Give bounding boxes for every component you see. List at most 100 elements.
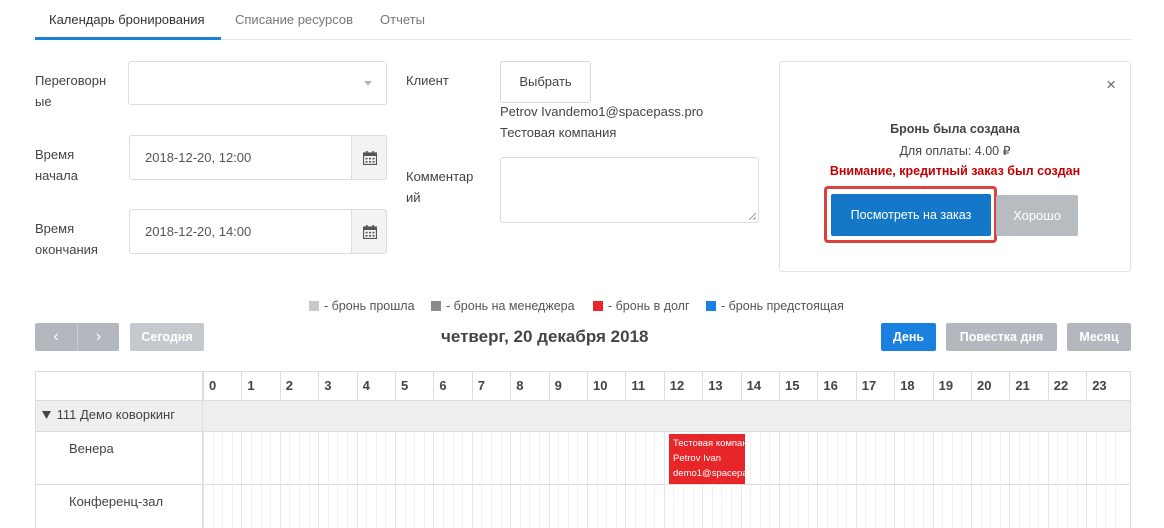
view-agenda-button[interactable]: Повестка дня — [946, 323, 1057, 351]
quarter-gridline — [558, 432, 560, 528]
tab-bar: Календарь бронирования Списание ресурсов… — [35, 0, 1131, 40]
prev-day-button[interactable]: ‹ — [35, 323, 77, 351]
quarter-gridline — [596, 432, 598, 528]
tab-resource-writeoff[interactable]: Списание ресурсов — [235, 12, 353, 27]
quarter-gridline — [903, 432, 905, 528]
hour-header-20: 20 — [971, 372, 1009, 400]
hour-gridline — [318, 432, 320, 528]
end-time-input[interactable]: 2018-12-20, 14:00 — [129, 209, 352, 254]
current-date-title: четверг, 20 декабря 2018 — [441, 327, 649, 346]
hour-gridline — [1086, 432, 1088, 528]
quarter-gridline — [260, 432, 262, 528]
view-day-button[interactable]: День — [881, 323, 936, 351]
chevron-left-icon: ‹ — [53, 328, 59, 345]
credit-order-warning: Внимание, кредитный заказ был создан — [829, 164, 1081, 178]
hour-header-18: 18 — [894, 372, 932, 400]
quarter-gridline — [1028, 432, 1030, 528]
hour-gridline — [855, 432, 857, 528]
start-time-label: Время начала — [35, 147, 78, 183]
rooms-select[interactable] — [128, 61, 387, 105]
hour-header-9: 9 — [548, 372, 587, 400]
hour-gridline — [471, 432, 473, 528]
resize-grip-icon[interactable] — [748, 212, 756, 220]
quarter-gridline — [375, 432, 377, 528]
quarter-gridline — [347, 432, 348, 528]
quarter-gridline — [606, 432, 608, 528]
quarter-gridline — [865, 432, 867, 528]
quarter-gridline — [414, 432, 416, 528]
end-calendar-button[interactable] — [351, 209, 387, 254]
quarter-gridline — [644, 432, 646, 528]
hour-gridline — [395, 432, 396, 528]
hour-gridline — [587, 432, 588, 528]
quarter-gridline — [913, 432, 915, 528]
today-button[interactable]: Сегодня — [130, 323, 204, 351]
hour-gridline — [1047, 432, 1049, 528]
ok-button[interactable]: Хорошо — [996, 195, 1078, 236]
quarter-gridline — [423, 432, 425, 528]
choose-client-button[interactable]: Выбрать — [500, 61, 591, 103]
quarter-gridline — [980, 432, 982, 528]
legend-item-manager: - бронь на менеджера — [431, 299, 575, 313]
quarter-gridline — [289, 432, 291, 528]
quarter-gridline — [1067, 432, 1068, 528]
quarter-gridline — [452, 432, 454, 528]
client-name: Petrov Ivandemo1@spacepass.pro — [500, 104, 704, 119]
hour-header-14: 14 — [740, 372, 779, 400]
hour-gridline — [932, 432, 934, 528]
close-icon[interactable]: × — [1106, 76, 1116, 93]
active-tab-indicator — [35, 37, 221, 40]
quarter-gridline — [836, 432, 838, 528]
hour-header-10: 10 — [587, 372, 625, 400]
hour-gridline — [894, 432, 896, 528]
quarter-gridline — [999, 432, 1001, 528]
quarter-gridline — [567, 432, 569, 528]
quarter-gridline — [308, 432, 310, 528]
hour-header-1: 1 — [241, 372, 279, 400]
alert-title: Бронь была создана — [890, 122, 1020, 136]
event-client: Petrov Ivan — [673, 453, 722, 464]
calendar-icon — [363, 225, 377, 239]
hour-gridline — [433, 432, 435, 528]
view-order-button[interactable]: Посмотреть на заказ — [831, 194, 991, 236]
comment-textarea[interactable] — [500, 157, 759, 223]
chevron-down-icon — [364, 81, 372, 86]
hour-gridline — [510, 432, 512, 528]
hour-header-16: 16 — [817, 372, 855, 400]
legend-item-debt: - бронь в долг — [593, 299, 690, 313]
hour-header-17: 17 — [855, 372, 894, 400]
hour-gridline — [279, 432, 281, 528]
quarter-gridline — [1019, 432, 1020, 528]
quarter-gridline — [404, 432, 406, 528]
tab-reports[interactable]: Отчеты — [380, 12, 425, 27]
quarter-gridline — [327, 432, 329, 528]
booking-event[interactable]: Тестовая компания Petrov Ivan demo1@spac… — [669, 434, 745, 484]
quarter-gridline — [366, 432, 368, 528]
quarter-gridline — [884, 432, 886, 528]
hour-gridline — [817, 432, 819, 528]
quarter-gridline — [1076, 432, 1078, 528]
payment-amount: Для оплаты: 4.00 ₽ — [899, 144, 1011, 158]
hour-gridline — [779, 432, 780, 528]
hour-header-22: 22 — [1047, 372, 1086, 400]
hour-header-11: 11 — [625, 372, 663, 400]
legend-swatch — [706, 301, 716, 311]
hour-header-21: 21 — [1009, 372, 1047, 400]
comment-label: Комментар ий — [406, 169, 474, 205]
client-company: Тестовая компания — [500, 125, 617, 140]
quarter-gridline — [846, 432, 848, 528]
tab-booking-calendar[interactable]: Календарь бронирования — [49, 12, 205, 27]
quarter-gridline — [827, 432, 828, 528]
hour-gridline — [625, 432, 627, 528]
quarter-gridline — [337, 432, 339, 528]
start-calendar-button[interactable] — [351, 135, 387, 180]
quarter-gridline — [942, 432, 944, 528]
quarter-gridline — [769, 432, 771, 528]
hour-header-0: 0 — [203, 372, 241, 400]
rooms-label: Переговорн ые — [35, 73, 107, 109]
next-day-button[interactable]: › — [77, 323, 119, 351]
view-month-button[interactable]: Месяц — [1067, 323, 1131, 351]
calendar-grid: 111 Демо коворкинг Венера Конференц-зал … — [35, 371, 1131, 528]
hour-gridline — [241, 432, 243, 528]
start-time-input[interactable]: 2018-12-20, 12:00 — [129, 135, 352, 180]
